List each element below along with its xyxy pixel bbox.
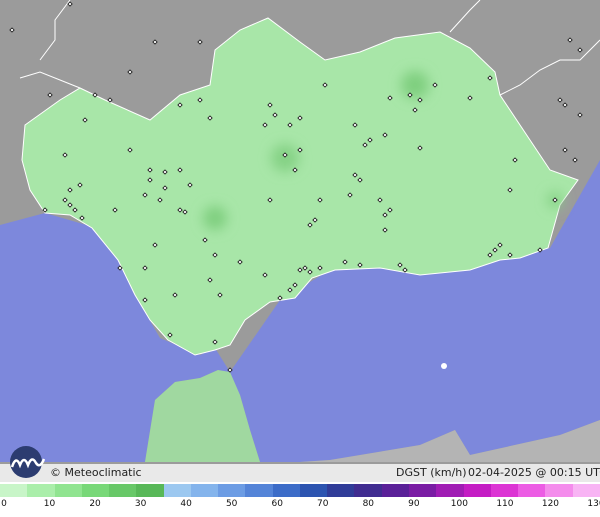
color-legend: 0 10 20 30 40 50 60 70 80 90 100 110 120 130	[0, 482, 600, 517]
legend-color-bar	[0, 484, 600, 497]
legend-swatch	[81, 484, 110, 497]
legend-tick-label: 70	[317, 499, 329, 509]
legend-swatch	[490, 484, 519, 497]
legend-tick-label: 80	[362, 499, 375, 509]
meteoclimatic-logo-icon	[10, 446, 46, 478]
legend-tick-label: 50	[225, 499, 238, 509]
legend-swatch	[245, 484, 273, 497]
wind-gust-map	[0, 0, 600, 517]
legend-tick-label: 120	[541, 499, 560, 509]
legend-swatch	[0, 484, 28, 497]
legend-swatch	[408, 484, 437, 497]
legend-swatch	[218, 484, 246, 497]
legend-swatch	[136, 484, 164, 497]
legend-swatch	[327, 484, 355, 497]
legend-swatch	[190, 484, 219, 497]
legend-tick-label: 40	[180, 499, 192, 509]
legend-tick-label: 90	[408, 499, 420, 509]
legend-swatch	[572, 484, 600, 497]
legend-swatch	[109, 484, 137, 497]
legend-swatch	[354, 484, 382, 497]
legend-swatch	[272, 484, 300, 497]
legend-swatch	[163, 484, 191, 497]
legend-tick-label: 130	[587, 499, 600, 509]
legend-tick-label: 60	[271, 499, 283, 509]
timestamp: 02-04-2025 @ 00:15 UTC	[468, 466, 600, 479]
legend-swatch	[463, 484, 491, 497]
legend-tick-label: 20	[89, 499, 101, 509]
legend-tick-label: 30	[134, 499, 147, 509]
legend-tick-label: 10	[43, 499, 56, 509]
legend-swatch	[381, 484, 409, 497]
legend-swatch	[545, 484, 573, 497]
credit-text: © Meteoclimatic	[50, 466, 142, 479]
variable-label: DGST (km/h)	[396, 466, 467, 479]
legend-swatch	[518, 484, 546, 497]
legend-swatch	[299, 484, 328, 497]
legend-swatch	[54, 484, 82, 497]
legend-tick-label: 100	[450, 499, 468, 509]
legend-tick-label: 0	[1, 499, 7, 509]
alboran-island	[441, 363, 447, 369]
legend-swatch	[436, 484, 464, 497]
legend-tick-label: 110	[496, 499, 514, 509]
legend-swatch	[27, 484, 55, 497]
